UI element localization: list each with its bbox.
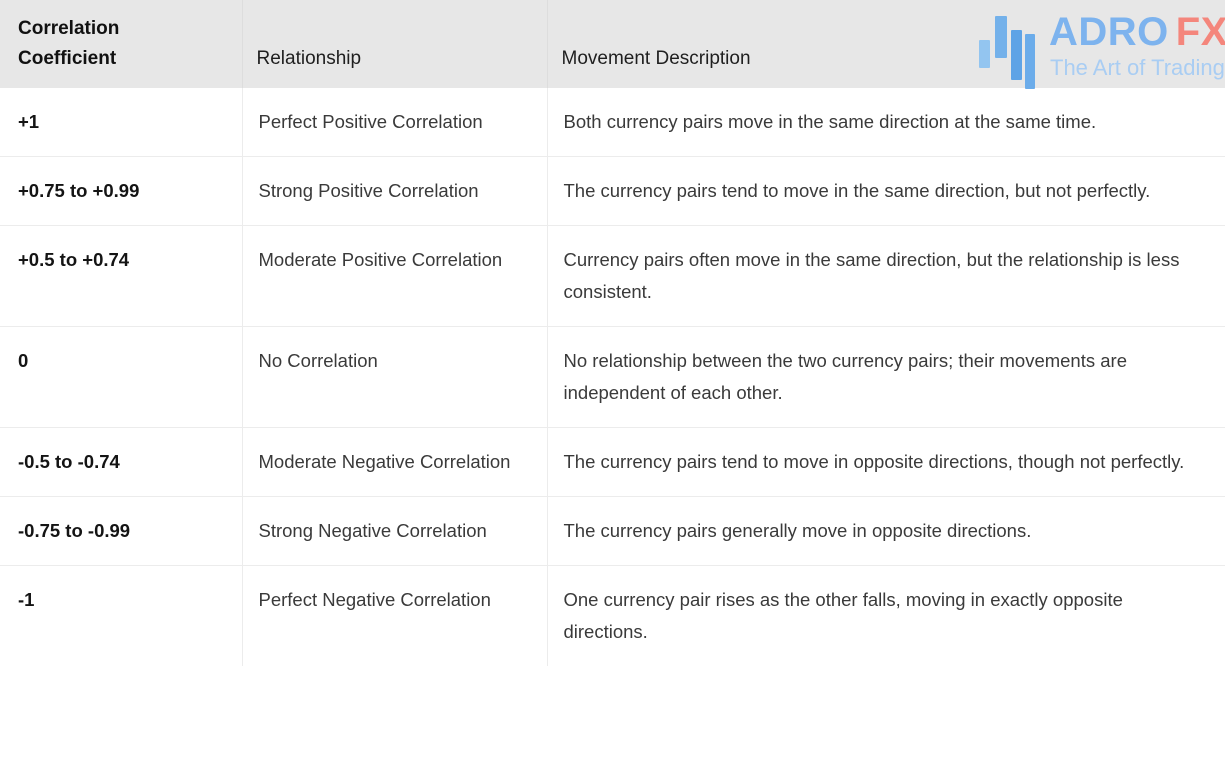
cell-movement-description: The currency pairs tend to move in the s… <box>547 156 1225 226</box>
column-header-correlation-coefficient: Correlation Coefficient <box>0 0 243 88</box>
cell-movement-description: Both currency pairs move in the same dir… <box>563 111 1097 132</box>
cell-movement-description: One currency pair rises as the other fal… <box>547 565 1225 666</box>
cell-movement-description: The currency pairs generally move in opp… <box>547 496 1225 566</box>
column-header-line-1: Correlation <box>18 18 120 39</box>
table-header: Correlation Coefficient Relationship Mov… <box>0 0 1225 88</box>
cell-correlation-coefficient: +0.5 to +0.74 <box>0 225 243 327</box>
table-row: -1 Perfect Negative Correlation One curren… <box>0 565 1225 666</box>
cell-relationship: Perfect Negative Correlation <box>242 565 548 666</box>
cell-correlation-coefficient: +1 <box>0 88 243 157</box>
cell-correlation-coefficient: 0 <box>0 326 243 428</box>
correlation-table-container: Correlation Coefficient Relationship Mov… <box>0 0 1225 782</box>
table-header-row: Correlation Coefficient Relationship Mov… <box>0 0 1225 88</box>
cell-relationship: Perfect Positive Correlation <box>242 88 548 157</box>
column-header-relationship: Relationship <box>242 0 548 88</box>
cell-movement-description: Currency pairs often move in the same di… <box>547 225 1225 327</box>
cell-movement-description: No relationship between the two currency… <box>547 326 1225 428</box>
table-row: +0.75 to +0.99 Strong Positive Correlatio… <box>0 156 1225 226</box>
cell-correlation-coefficient: +0.75 to +0.99 <box>0 156 243 226</box>
table-body: +1 Perfect Positive Correlation Both curre… <box>0 88 1225 666</box>
table-row: -0.5 to -0.74 Moderate Negative Correlati… <box>0 427 1225 497</box>
cell-correlation-coefficient: -0.5 to -0.74 <box>0 427 243 497</box>
table-row: 0 No Correlation No relationship between t… <box>0 326 1225 428</box>
cell-movement-description: The currency pairs tend to move in oppos… <box>547 427 1225 497</box>
cell-relationship: No Correlation <box>242 326 548 428</box>
cell-relationship: Strong Negative Correlation <box>242 496 548 566</box>
table-row: +0.5 to +0.74 Moderate Positive Correlati… <box>0 225 1225 327</box>
cell-relationship: Moderate Positive Correlation <box>242 225 548 327</box>
column-header-movement-description: Movement Description <box>547 0 1225 88</box>
cell-relationship: Moderate Negative Correlation <box>242 427 548 497</box>
cell-correlation-coefficient: -1 <box>0 565 243 666</box>
cell-correlation-coefficient: -0.75 to -0.99 <box>0 496 243 566</box>
table-row: +1 Perfect Positive Correlation Both curre… <box>0 88 1225 157</box>
table-row: -0.75 to -0.99 Strong Negative Correlatio… <box>0 496 1225 566</box>
column-header-line-2: Coefficient <box>18 48 117 69</box>
correlation-coefficient-table: Correlation Coefficient Relationship Mov… <box>0 0 1225 666</box>
cell-relationship: Strong Positive Correlation <box>242 156 548 226</box>
